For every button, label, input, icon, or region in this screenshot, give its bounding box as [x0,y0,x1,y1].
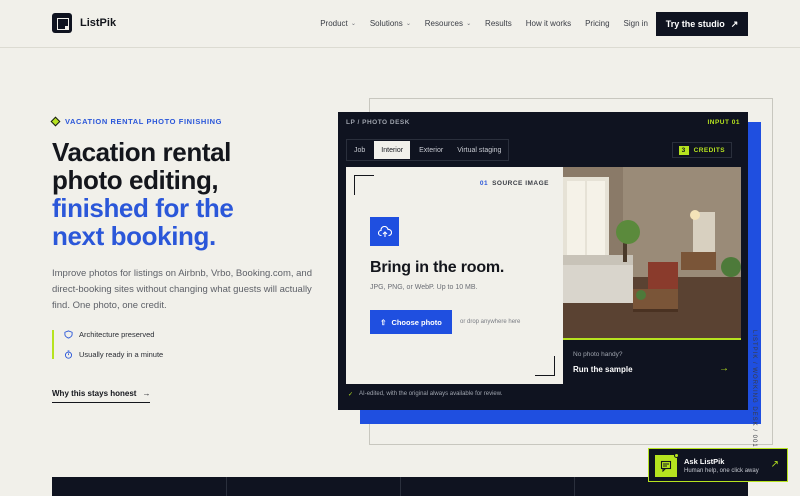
diamond-icon [50,116,61,127]
corner-mark [535,356,555,376]
try-studio-label: Try the studio [665,19,725,29]
source-number: 01 [479,180,489,187]
chat-subtitle: Human help, one click away [684,468,759,474]
desk-footer-text: AI-edited, with the original always avai… [359,391,503,397]
cloud-upload-icon [370,217,399,246]
run-sample-card[interactable]: No photo handy? Run the sample → [563,338,741,384]
site-header: ListPik Product ⌄ Solutions ⌄ Resources ⌄ R… [0,0,800,48]
nav-item-resources[interactable]: Resources ⌄ [425,19,471,28]
nav-item-product[interactable]: Product ⌄ [320,19,356,28]
arrow-right-icon: → [142,389,151,398]
try-studio-button[interactable]: Try the studio ↗ [656,12,748,36]
feature-speed: Usually ready in a minute [64,350,163,359]
nav-item-sign-in[interactable]: Sign in [624,19,648,28]
why-honest-link[interactable]: Why this stays honest → [52,389,151,403]
drop-hint: or drop anywhere here [460,319,521,325]
hero-eyebrow: VACATION RENTAL PHOTO FINISHING [50,116,223,127]
feature-speed-text: Usually ready in a minute [79,350,164,359]
main-nav: Product ⌄ Solutions ⌄ Resources ⌄ Results H… [320,19,648,28]
credits-badge: 3 CREDITS [671,142,732,158]
job-tabs: Job Interior Exterior Virtual staging [346,139,510,161]
choose-photo-label: Choose photo [391,317,442,327]
arrow-right-icon: → [719,363,729,374]
chevron-down-icon: ⌄ [466,21,472,27]
nav-item-how-it-works[interactable]: How it works [526,19,571,28]
photo-desk: LP / PHOTO DESK INPUT 01 Job Interior Ex… [338,112,748,410]
desk-label: LP / PHOTO DESK [346,119,410,126]
feature-architecture-text: Architecture preserved [79,330,155,339]
headline-line-2: photo editing, [52,165,219,195]
nav-item-results[interactable]: Results [485,19,512,28]
credits-count: 3 [678,145,689,155]
bottom-dark-strip [52,477,748,496]
hero-headline: Vacation rental photo editing, finished … [52,138,342,250]
feature-architecture: Architecture preserved [64,330,163,339]
tab-job[interactable]: Job [347,140,372,160]
logo-mark-icon [52,13,72,33]
headline-line-3: finished for the [52,193,234,223]
credits-label: CREDITS [693,146,725,154]
tab-interior[interactable]: Interior [374,141,411,159]
upload-formats: JPG, PNG, or WebP. Up to 10 MB. [370,284,478,291]
online-indicator [674,453,679,458]
nav-item-solutions[interactable]: Solutions ⌄ [370,19,411,28]
eyebrow-text: VACATION RENTAL PHOTO FINISHING [65,117,223,126]
shield-icon [64,330,73,339]
chat-icon [655,455,677,477]
chevron-down-icon: ⌄ [350,21,356,27]
upload-title: Bring in the room. [370,259,505,276]
choose-photo-button[interactable]: ⇧ Choose photo [370,310,452,334]
ask-chat-widget[interactable]: Ask ListPik Human help, one click away ↗ [648,448,788,482]
no-photo-text: No photo handy? [573,351,623,358]
why-honest-label: Why this stays honest [52,389,137,398]
strip-divider [226,477,227,496]
sample-room-photo [563,167,741,338]
brand-name: ListPik [80,17,117,29]
input-indicator: INPUT 01 [707,119,740,126]
arrow-up-right-icon: ↗ [770,459,779,470]
source-image-label: 01 SOURCE IMAGE [480,180,549,187]
tab-exterior[interactable]: Exterior [412,140,450,160]
check-icon: ✓ [348,392,354,398]
stopwatch-icon [64,350,73,359]
chat-title: Ask ListPik [684,457,725,466]
headline-line-1: Vacation rental [52,137,231,167]
brand-logo[interactable]: ListPik [52,13,116,33]
headline-line-4: next booking. [52,221,216,251]
tab-virtual-staging[interactable]: Virtual staging [450,140,508,160]
strip-divider [574,477,575,496]
feature-list: Architecture preserved Usually ready in … [52,330,163,359]
run-sample-label: Run the sample [573,365,633,374]
hero-description: Improve photos for listings on Airbnb, V… [52,268,312,311]
arrow-up-right-icon: ↗ [730,18,739,29]
vertical-desk-label: LISTPIK / WORKING DESK / 001 [751,330,757,448]
corner-mark [354,175,374,195]
nav-item-pricing[interactable]: Pricing [585,19,609,28]
chevron-down-icon: ⌄ [405,21,411,27]
upload-icon: ⇧ [380,317,387,327]
desk-footer-note: ✓ AI-edited, with the original always av… [348,391,502,398]
source-text: SOURCE IMAGE [492,180,549,187]
strip-divider [400,477,401,496]
upload-dropzone[interactable]: 01 SOURCE IMAGE Bring in the room. JPG, P… [346,167,563,384]
